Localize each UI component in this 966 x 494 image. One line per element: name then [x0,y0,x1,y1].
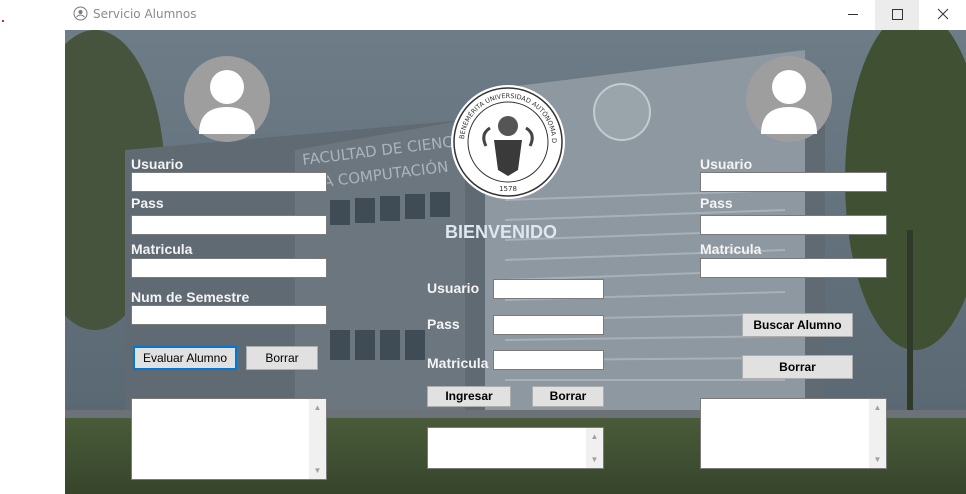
scroll-up-icon[interactable]: ▲ [586,428,603,445]
scroll-up-icon[interactable]: ▲ [309,399,326,416]
close-icon [937,8,949,20]
center-usuario-input[interactable] [493,279,604,299]
right-usuario-input[interactable] [700,172,887,192]
minimize-icon [848,14,858,15]
left-borrar-button[interactable]: Borrar [246,346,318,370]
right-output-scrollbar[interactable]: ▲ ▼ [869,399,886,468]
stray-dot [2,20,4,22]
right-pass-input[interactable] [700,215,887,235]
scroll-down-icon[interactable]: ▼ [309,462,326,479]
title-bar: Servicio Alumnos [0,0,966,30]
right-matricula-input[interactable] [700,258,887,278]
user-avatar-icon-left [184,56,270,142]
university-seal-icon: BENEMÉRITA UNIVERSIDAD AUTÓNOMA DE PUEBL… [450,84,565,199]
center-output-textarea[interactable]: ▲ ▼ [427,427,604,469]
left-matricula-input[interactable] [131,258,327,278]
right-matricula-label: Matricula [700,241,762,257]
scroll-down-icon[interactable]: ▼ [586,451,603,468]
user-avatar-icon-right [746,56,832,142]
left-usuario-label: Usuario [131,156,184,172]
center-borrar-button[interactable]: Borrar [532,386,604,407]
left-semestre-input[interactable] [131,305,327,325]
center-matricula-label: Matricula [427,355,489,371]
scroll-up-icon[interactable]: ▲ [869,399,886,416]
maximize-button[interactable] [875,0,919,30]
left-pass-label: Pass [131,195,164,211]
left-output-scrollbar[interactable]: ▲ ▼ [309,399,326,479]
client-area: FACULTAD DE CIENCIAS DE LA COMPUTACIÓN B… [65,30,966,494]
center-matricula-input[interactable] [493,350,604,370]
left-pass-input[interactable] [131,215,327,235]
center-usuario-label: Usuario [427,280,480,296]
right-borrar-button[interactable]: Borrar [742,355,853,379]
seal-year: 1578 [499,185,517,193]
window-title: Servicio Alumnos [93,7,197,21]
ingresar-button[interactable]: Ingresar [427,386,511,407]
maximize-icon [892,9,903,20]
buscar-alumno-button[interactable]: Buscar Alumno [742,313,853,337]
app-icon [73,6,88,21]
right-usuario-label: Usuario [700,156,753,172]
left-output-textarea[interactable]: ▲ ▼ [131,398,327,480]
center-output-scrollbar[interactable]: ▲ ▼ [586,428,603,468]
left-matricula-label: Matricula [131,241,193,257]
welcome-heading: BIENVENIDO [445,222,558,242]
minimize-button[interactable] [831,0,875,30]
center-pass-input[interactable] [493,315,604,335]
close-button[interactable] [920,0,964,30]
right-output-textarea[interactable]: ▲ ▼ [700,398,887,469]
center-pass-label: Pass [427,316,460,332]
evaluar-alumno-button[interactable]: Evaluar Alumno [133,346,237,370]
scroll-down-icon[interactable]: ▼ [869,451,886,468]
left-semestre-label: Num de Semestre [131,289,250,305]
left-usuario-input[interactable] [131,172,327,192]
right-pass-label: Pass [700,195,733,211]
